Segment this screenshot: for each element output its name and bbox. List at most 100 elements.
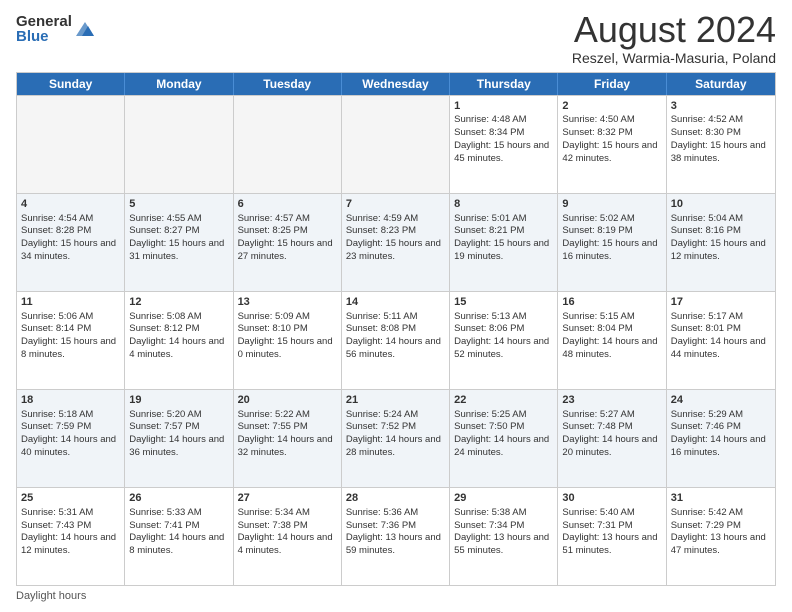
calendar-cell: 15Sunrise: 5:13 AM Sunset: 8:06 PM Dayli… [450,292,558,389]
day-number: 12 [129,295,228,310]
day-number: 26 [129,491,228,506]
calendar-cell: 16Sunrise: 5:15 AM Sunset: 8:04 PM Dayli… [558,292,666,389]
calendar-cell: 5Sunrise: 4:55 AM Sunset: 8:27 PM Daylig… [125,194,233,291]
calendar-body: 1Sunrise: 4:48 AM Sunset: 8:34 PM Daylig… [17,95,775,585]
day-number: 20 [238,393,337,408]
calendar-cell: 18Sunrise: 5:18 AM Sunset: 7:59 PM Dayli… [17,390,125,487]
day-info: Sunrise: 5:04 AM Sunset: 8:16 PM Dayligh… [671,213,766,262]
calendar-cell: 27Sunrise: 5:34 AM Sunset: 7:38 PM Dayli… [234,488,342,585]
day-number: 9 [562,197,661,212]
day-info: Sunrise: 4:52 AM Sunset: 8:30 PM Dayligh… [671,114,766,163]
calendar-cell [125,96,233,193]
day-number: 17 [671,295,771,310]
calendar-row: 1Sunrise: 4:48 AM Sunset: 8:34 PM Daylig… [17,95,775,193]
day-info: Sunrise: 5:01 AM Sunset: 8:21 PM Dayligh… [454,213,549,262]
calendar-header: SundayMondayTuesdayWednesdayThursdayFrid… [17,73,775,95]
day-number: 6 [238,197,337,212]
calendar: SundayMondayTuesdayWednesdayThursdayFrid… [16,72,776,586]
day-info: Sunrise: 5:24 AM Sunset: 7:52 PM Dayligh… [346,409,441,458]
day-number: 7 [346,197,445,212]
logo: General Blue [16,14,96,44]
calendar-cell: 1Sunrise: 4:48 AM Sunset: 8:34 PM Daylig… [450,96,558,193]
day-info: Sunrise: 5:06 AM Sunset: 8:14 PM Dayligh… [21,311,116,360]
logo-blue-text: Blue [16,29,72,44]
day-info: Sunrise: 5:17 AM Sunset: 8:01 PM Dayligh… [671,311,766,360]
day-info: Sunrise: 5:27 AM Sunset: 7:48 PM Dayligh… [562,409,657,458]
day-info: Sunrise: 5:15 AM Sunset: 8:04 PM Dayligh… [562,311,657,360]
day-number: 5 [129,197,228,212]
calendar-row: 4Sunrise: 4:54 AM Sunset: 8:28 PM Daylig… [17,193,775,291]
day-number: 27 [238,491,337,506]
day-number: 1 [454,99,553,114]
day-number: 2 [562,99,661,114]
calendar-cell: 22Sunrise: 5:25 AM Sunset: 7:50 PM Dayli… [450,390,558,487]
day-number: 25 [21,491,120,506]
calendar-cell: 30Sunrise: 5:40 AM Sunset: 7:31 PM Dayli… [558,488,666,585]
day-info: Sunrise: 5:33 AM Sunset: 7:41 PM Dayligh… [129,507,224,556]
day-info: Sunrise: 5:40 AM Sunset: 7:31 PM Dayligh… [562,507,657,556]
calendar-cell: 3Sunrise: 4:52 AM Sunset: 8:30 PM Daylig… [667,96,775,193]
calendar-cell: 24Sunrise: 5:29 AM Sunset: 7:46 PM Dayli… [667,390,775,487]
day-info: Sunrise: 5:25 AM Sunset: 7:50 PM Dayligh… [454,409,549,458]
calendar-cell: 14Sunrise: 5:11 AM Sunset: 8:08 PM Dayli… [342,292,450,389]
calendar-cell: 4Sunrise: 4:54 AM Sunset: 8:28 PM Daylig… [17,194,125,291]
day-number: 18 [21,393,120,408]
day-info: Sunrise: 5:38 AM Sunset: 7:34 PM Dayligh… [454,507,549,556]
calendar-cell: 8Sunrise: 5:01 AM Sunset: 8:21 PM Daylig… [450,194,558,291]
day-number: 14 [346,295,445,310]
day-info: Sunrise: 4:59 AM Sunset: 8:23 PM Dayligh… [346,213,441,262]
title-block: August 2024 Reszel, Warmia-Masuria, Pola… [572,10,776,66]
day-number: 13 [238,295,337,310]
logo-icon [74,18,96,40]
day-number: 15 [454,295,553,310]
calendar-cell: 9Sunrise: 5:02 AM Sunset: 8:19 PM Daylig… [558,194,666,291]
logo-general-text: General [16,14,72,29]
calendar-day-header: Sunday [17,73,125,95]
day-number: 31 [671,491,771,506]
day-number: 10 [671,197,771,212]
day-number: 8 [454,197,553,212]
day-number: 11 [21,295,120,310]
calendar-cell: 6Sunrise: 4:57 AM Sunset: 8:25 PM Daylig… [234,194,342,291]
day-number: 29 [454,491,553,506]
day-info: Sunrise: 5:29 AM Sunset: 7:46 PM Dayligh… [671,409,766,458]
day-info: Sunrise: 5:20 AM Sunset: 7:57 PM Dayligh… [129,409,224,458]
calendar-cell [342,96,450,193]
calendar-cell: 13Sunrise: 5:09 AM Sunset: 8:10 PM Dayli… [234,292,342,389]
calendar-cell: 20Sunrise: 5:22 AM Sunset: 7:55 PM Dayli… [234,390,342,487]
calendar-cell [234,96,342,193]
day-number: 23 [562,393,661,408]
day-number: 4 [21,197,120,212]
day-info: Sunrise: 5:18 AM Sunset: 7:59 PM Dayligh… [21,409,116,458]
day-info: Sunrise: 4:50 AM Sunset: 8:32 PM Dayligh… [562,114,657,163]
calendar-day-header: Saturday [667,73,775,95]
calendar-cell: 21Sunrise: 5:24 AM Sunset: 7:52 PM Dayli… [342,390,450,487]
calendar-day-header: Tuesday [234,73,342,95]
calendar-cell: 31Sunrise: 5:42 AM Sunset: 7:29 PM Dayli… [667,488,775,585]
day-info: Sunrise: 5:31 AM Sunset: 7:43 PM Dayligh… [21,507,116,556]
day-info: Sunrise: 5:42 AM Sunset: 7:29 PM Dayligh… [671,507,766,556]
calendar-cell: 23Sunrise: 5:27 AM Sunset: 7:48 PM Dayli… [558,390,666,487]
day-info: Sunrise: 5:22 AM Sunset: 7:55 PM Dayligh… [238,409,333,458]
subtitle: Reszel, Warmia-Masuria, Poland [572,50,776,66]
main-title: August 2024 [572,10,776,50]
calendar-cell: 28Sunrise: 5:36 AM Sunset: 7:36 PM Dayli… [342,488,450,585]
day-info: Sunrise: 5:13 AM Sunset: 8:06 PM Dayligh… [454,311,549,360]
day-info: Sunrise: 5:08 AM Sunset: 8:12 PM Dayligh… [129,311,224,360]
calendar-cell [17,96,125,193]
calendar-cell: 26Sunrise: 5:33 AM Sunset: 7:41 PM Dayli… [125,488,233,585]
calendar-cell: 11Sunrise: 5:06 AM Sunset: 8:14 PM Dayli… [17,292,125,389]
calendar-row: 11Sunrise: 5:06 AM Sunset: 8:14 PM Dayli… [17,291,775,389]
day-number: 16 [562,295,661,310]
page-header: General Blue August 2024 Reszel, Warmia-… [16,10,776,66]
day-number: 30 [562,491,661,506]
calendar-day-header: Monday [125,73,233,95]
calendar-cell: 12Sunrise: 5:08 AM Sunset: 8:12 PM Dayli… [125,292,233,389]
day-info: Sunrise: 5:34 AM Sunset: 7:38 PM Dayligh… [238,507,333,556]
calendar-day-header: Thursday [450,73,558,95]
day-info: Sunrise: 4:57 AM Sunset: 8:25 PM Dayligh… [238,213,333,262]
calendar-cell: 29Sunrise: 5:38 AM Sunset: 7:34 PM Dayli… [450,488,558,585]
day-info: Sunrise: 5:02 AM Sunset: 8:19 PM Dayligh… [562,213,657,262]
day-info: Sunrise: 4:48 AM Sunset: 8:34 PM Dayligh… [454,114,549,163]
calendar-cell: 2Sunrise: 4:50 AM Sunset: 8:32 PM Daylig… [558,96,666,193]
